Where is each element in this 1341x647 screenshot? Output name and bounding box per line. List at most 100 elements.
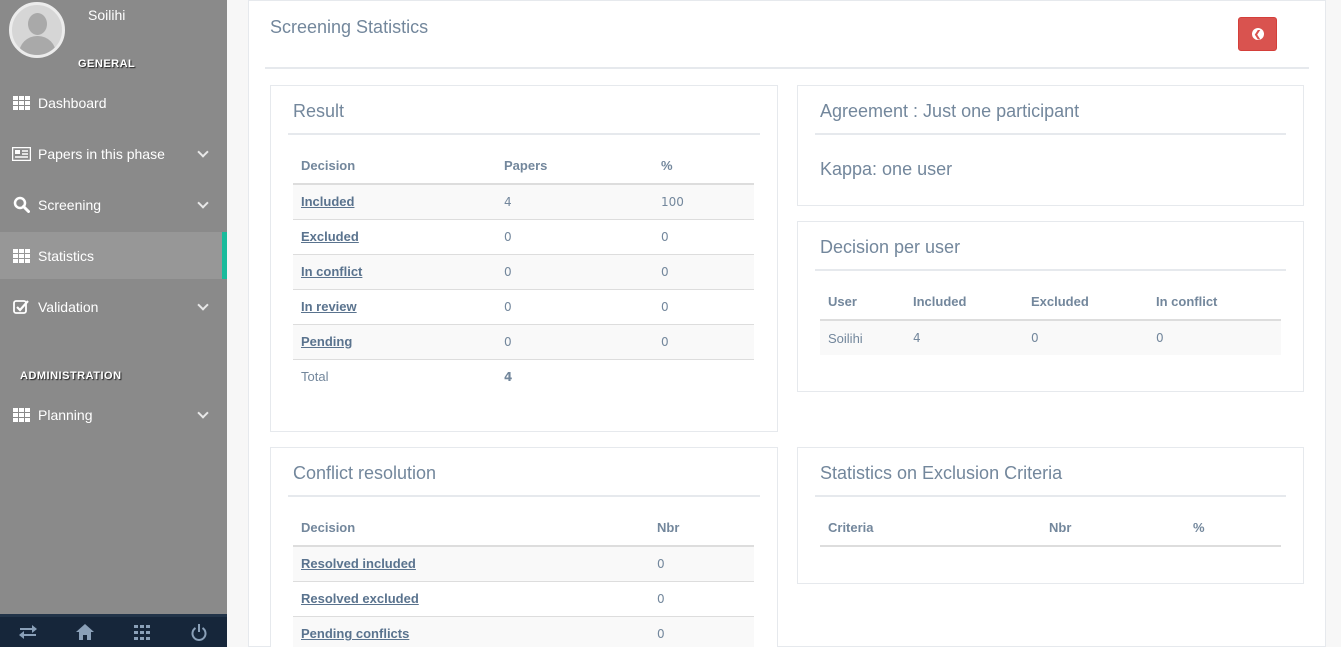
decision-link-in-review[interactable]: In review xyxy=(301,299,357,314)
total-label: Total xyxy=(293,358,496,394)
column-header: Criteria xyxy=(820,510,1041,547)
sidebar: Soilihi GENERAL Dashboard Papers in this… xyxy=(0,0,227,647)
column-header: Included xyxy=(905,284,1023,321)
table-row: Resolved excluded 0 xyxy=(293,580,754,616)
column-header: Nbr xyxy=(649,510,754,547)
result-table: Decision Papers % Included 4 100 Exclude… xyxy=(293,148,754,394)
decision-per-user-table: User Included Excluded In conflict Soili… xyxy=(820,284,1281,355)
sidebar-item-screening[interactable]: Screening xyxy=(0,181,227,228)
column-header: User xyxy=(820,284,905,321)
conflict-resolution-panel: Conflict resolution Decision Nbr Resolve… xyxy=(270,447,778,647)
panel-divider xyxy=(815,495,1286,497)
table-row: Excluded 0 0 xyxy=(293,218,754,254)
column-header: Nbr xyxy=(1041,510,1185,547)
column-header: Excluded xyxy=(1023,284,1148,321)
papers-cell: 4 xyxy=(496,183,653,219)
conflict-resolution-table: Decision Nbr Resolved included 0 Resolve… xyxy=(293,510,754,647)
avatar-body-shape xyxy=(19,36,56,55)
grid-icon xyxy=(12,407,31,423)
panel-divider xyxy=(288,495,760,497)
table-row: Pending 0 0 xyxy=(293,323,754,359)
back-button[interactable]: ❮ xyxy=(1238,17,1277,51)
check-square-icon xyxy=(12,299,31,315)
avatar[interactable] xyxy=(9,2,65,58)
table-row: In conflict 0 0 xyxy=(293,253,754,289)
search-icon xyxy=(12,196,31,213)
decision-link-in-conflict[interactable]: In conflict xyxy=(301,264,362,279)
percent-cell: 0 xyxy=(653,253,754,289)
agreement-panel: Agreement : Just one participant Kappa: … xyxy=(797,85,1304,206)
arrow-circle-left-icon: ❮ xyxy=(1251,28,1264,40)
exchange-icon[interactable] xyxy=(0,617,57,647)
result-panel: Result Decision Papers % Included 4 100 … xyxy=(270,85,778,432)
decision-link-excluded[interactable]: Excluded xyxy=(301,229,359,244)
percent-cell: 0 xyxy=(653,218,754,254)
sidebar-item-validation[interactable]: Validation xyxy=(0,283,227,330)
column-header: Decision xyxy=(293,510,649,547)
pending-conflicts-link[interactable]: Pending conflicts xyxy=(301,626,409,641)
table-row: Pending conflicts 0 xyxy=(293,615,754,647)
table-row: Resolved included 0 xyxy=(293,545,754,581)
exclusion-criteria-title: Statistics on Exclusion Criteria xyxy=(820,463,1063,483)
resolved-included-link[interactable]: Resolved included xyxy=(301,556,416,571)
column-header: In conflict xyxy=(1148,284,1281,321)
sidebar-footer xyxy=(0,614,227,647)
sidebar-item-planning[interactable]: Planning xyxy=(0,391,227,438)
percent-cell: 0 xyxy=(653,288,754,324)
sidebar-item-dashboard[interactable]: Dashboard xyxy=(0,79,227,126)
newspaper-icon xyxy=(12,146,31,162)
papers-cell: 0 xyxy=(496,323,653,359)
general-section-title: GENERAL xyxy=(78,58,136,70)
title-divider xyxy=(265,67,1309,69)
sidebar-item-papers[interactable]: Papers in this phase xyxy=(0,130,227,177)
table-row: Soilihi 4 0 0 xyxy=(820,319,1281,355)
sidebar-item-label: Screening xyxy=(38,196,102,213)
exclusion-criteria-panel: Statistics on Exclusion Criteria Criteri… xyxy=(797,447,1304,584)
exclusion-criteria-table: Criteria Nbr % xyxy=(820,510,1281,547)
column-header: Decision xyxy=(293,148,496,185)
main-content: Screening Statistics ❮ Result Decision P… xyxy=(248,0,1326,647)
percent-cell: 0 xyxy=(653,323,754,359)
total-value: 4 xyxy=(496,358,653,394)
column-header: % xyxy=(653,148,754,185)
decision-link-pending[interactable]: Pending xyxy=(301,334,352,349)
agreement-title: Agreement : Just one participant xyxy=(820,101,1080,121)
column-header: Papers xyxy=(496,148,653,185)
percent-cell: 100 xyxy=(653,183,754,219)
sidebar-item-label: Papers in this phase xyxy=(38,145,165,162)
chevron-down-icon xyxy=(197,407,209,419)
result-title: Result xyxy=(293,101,345,121)
nbr-cell: 0 xyxy=(649,615,754,647)
conflict-resolution-title: Conflict resolution xyxy=(293,463,437,483)
nbr-cell: 0 xyxy=(649,545,754,581)
home-icon[interactable] xyxy=(57,617,114,647)
chevron-down-icon xyxy=(197,197,209,209)
username: Soilihi xyxy=(88,7,126,23)
table-row: In review 0 0 xyxy=(293,288,754,324)
included-cell: 4 xyxy=(905,319,1023,355)
sidebar-item-label: Statistics xyxy=(38,247,95,264)
power-icon[interactable] xyxy=(170,617,227,647)
decision-per-user-title: Decision per user xyxy=(820,237,961,257)
decision-per-user-panel: Decision per user User Included Excluded… xyxy=(797,221,1304,392)
administration-section-title: ADMINISTRATION xyxy=(20,370,122,382)
sidebar-item-statistics[interactable]: Statistics xyxy=(0,232,227,279)
column-header: % xyxy=(1185,510,1281,547)
resolved-excluded-link[interactable]: Resolved excluded xyxy=(301,591,419,606)
avatar-head-shape xyxy=(28,13,47,35)
sidebar-item-label: Dashboard xyxy=(38,94,107,111)
grid-icon xyxy=(12,95,31,111)
decision-link-included[interactable]: Included xyxy=(301,194,354,209)
nbr-cell: 0 xyxy=(649,580,754,616)
papers-cell: 0 xyxy=(496,253,653,289)
sidebar-item-label: Validation xyxy=(38,298,99,315)
papers-cell: 0 xyxy=(496,218,653,254)
panel-divider xyxy=(288,133,760,135)
kappa-text: Kappa: one user xyxy=(820,159,953,179)
grid-icon[interactable] xyxy=(114,617,171,647)
table-row: Included 4 100 xyxy=(293,183,754,219)
chevron-down-icon xyxy=(197,146,209,158)
user-cell: Soilihi xyxy=(820,319,905,355)
papers-cell: 0 xyxy=(496,288,653,324)
total-row: Total 4 xyxy=(293,358,754,394)
